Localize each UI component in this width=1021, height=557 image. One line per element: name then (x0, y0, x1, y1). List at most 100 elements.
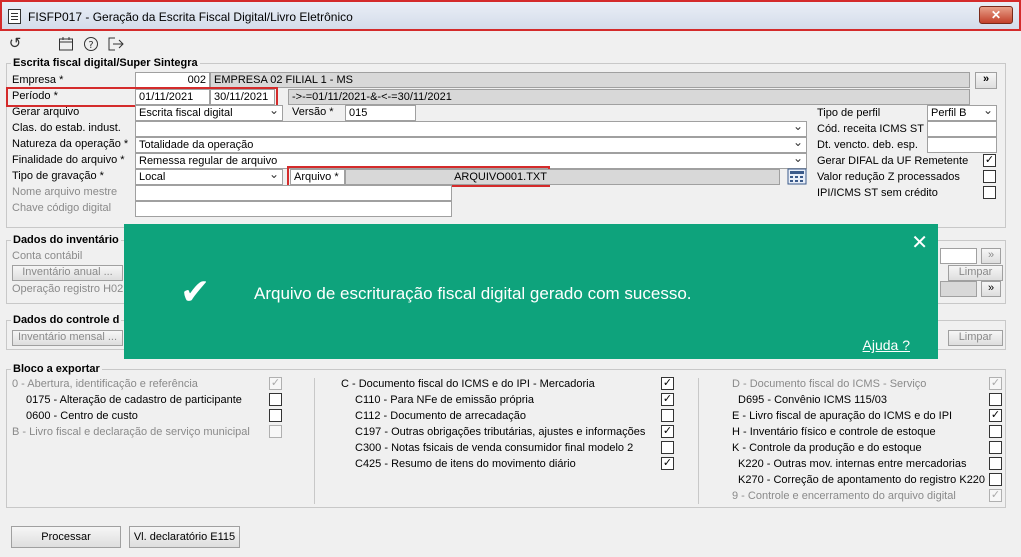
conta-contabil-lookup[interactable]: » (981, 248, 1001, 264)
controle-limpar-button[interactable]: Limpar (948, 330, 1003, 346)
tipo-gravacao-label: Tipo de gravação * (12, 170, 104, 182)
nome-mestre-field[interactable] (135, 185, 452, 201)
bloco-item-label: K220 - Outras mov. internas entre mercad… (738, 458, 967, 470)
gerar-difal-label: Gerar DIFAL da UF Remetente (817, 155, 969, 167)
tipo-perfil-select[interactable]: Perfil B (927, 105, 997, 121)
bloco-item-label: H - Inventário físico e controle de esto… (732, 426, 936, 438)
bloco-item-label: C110 - Para NFe de emissão própria (355, 394, 534, 406)
bloco-item-checkbox[interactable] (989, 441, 1002, 454)
bloco-item-checkbox[interactable] (661, 409, 674, 422)
title-bar: FISFP017 - Geração da Escrita Fiscal Dig… (0, 0, 1021, 31)
bloco-item-checkbox[interactable]: ✓ (989, 409, 1002, 422)
empresa-code-field[interactable]: 002 (135, 72, 210, 88)
ipi-sem-credito-checkbox[interactable] (983, 186, 996, 199)
close-button[interactable]: ✕ (979, 6, 1013, 24)
natureza-label: Natureza da operação * (12, 138, 129, 150)
bloco-item-checkbox[interactable]: ✓ (661, 457, 674, 470)
calculator-icon[interactable] (787, 168, 807, 185)
exit-icon[interactable] (107, 36, 125, 52)
bloco-item-label: C300 - Notas fsicais de venda consumidor… (355, 442, 634, 454)
bloco-item-label: C - Documento fiscal do ICMS e do IPI - … (341, 378, 595, 390)
bloco-divider (314, 378, 315, 504)
valor-reducao-checkbox[interactable] (983, 170, 996, 183)
bloco-item-checkbox[interactable] (661, 441, 674, 454)
ipi-sem-credito-label: IPI/ICMS ST sem crédito (817, 187, 938, 199)
bloco-item-label: C112 - Documento de arrecadação (355, 410, 527, 422)
bloco-item-label: D695 - Convênio ICMS 115/03 (738, 394, 887, 406)
clas-estab-label: Clas. do estab. indust. (12, 122, 121, 134)
empresa-name-field: EMPRESA 02 FILIAL 1 - MS (210, 72, 970, 88)
bloco-item-label: C197 - Outras obrigações tributárias, aj… (355, 426, 646, 438)
bloco-item-label: 0600 - Centro de custo (26, 410, 138, 422)
inventario-mensal-button[interactable]: Inventário mensal ... (12, 330, 123, 346)
gerar-arquivo-select[interactable]: Escrita fiscal digital (135, 105, 283, 121)
chave-digital-label: Chave código digital (12, 202, 112, 214)
versao-label: Versão * (292, 106, 334, 118)
calendar-icon[interactable] (57, 36, 75, 52)
inventario-group-title: Dados do inventário (11, 234, 121, 246)
operacao-h02-field[interactable] (940, 281, 977, 297)
conta-contabil-label: Conta contábil (12, 250, 83, 262)
refresh-icon[interactable]: ↺ (6, 36, 24, 52)
finalidade-label: Finalidade do arquivo * (12, 154, 125, 166)
close-icon[interactable]: ✕ (911, 230, 928, 255)
cod-receita-label: Cód. receita ICMS ST (817, 123, 924, 135)
svg-text:?: ? (88, 40, 93, 51)
periodo-label: Período * (12, 90, 58, 102)
bloco-item-label: C425 - Resumo de itens do movimento diár… (355, 458, 576, 470)
processar-button[interactable]: Processar (11, 526, 121, 548)
bloco-item-checkbox[interactable] (269, 393, 282, 406)
nome-mestre-label: Nome arquivo mestre (12, 186, 118, 198)
bloco-item-checkbox[interactable] (269, 409, 282, 422)
empresa-label: Empresa * (12, 74, 64, 86)
operacao-h02-label: Operação registro H02 (12, 283, 124, 295)
bloco-item-label: K - Controle da produção e do estoque (732, 442, 922, 454)
arquivo-field[interactable]: ARQUIVO001.TXT (345, 169, 780, 185)
vl-declaratorio-button[interactable]: Vl. declaratório E115 (129, 526, 240, 548)
dt-vencto-label: Dt. vencto. deb. esp. (817, 139, 918, 151)
bloco-item-checkbox[interactable]: ✓ (661, 377, 674, 390)
tipo-perfil-label: Tipo de perfil (817, 107, 881, 119)
empresa-lookup-button[interactable]: » (975, 72, 997, 89)
bloco-item-checkbox[interactable] (989, 457, 1002, 470)
bloco-item-label: 0175 - Alteração de cadastro de particip… (26, 394, 242, 406)
periodo-expr-field: ->-=01/11/2021-&-<-=30/11/2021 (288, 89, 970, 105)
toast-message: Arquivo de escrituração fiscal digital g… (254, 284, 692, 303)
help-icon[interactable]: ? (82, 36, 100, 52)
valor-reducao-label: Valor redução Z processados (817, 171, 960, 183)
clas-estab-select[interactable] (135, 121, 807, 137)
conta-contabil-field[interactable] (940, 248, 977, 264)
natureza-select[interactable]: Totalidade da operação (135, 137, 807, 153)
cod-receita-field[interactable] (927, 121, 997, 137)
escrita-group-title: Escrita fiscal digital/Super Sintegra (11, 57, 200, 69)
bloco-item-checkbox[interactable] (989, 393, 1002, 406)
bloco-item-label: E - Livro fiscal de apuração do ICMS e d… (732, 410, 953, 422)
arquivo-label: Arquivo * (290, 169, 345, 185)
bloco-item-checkbox (269, 425, 282, 438)
bloco-item-label: D - Documento fiscal do ICMS - Serviço (732, 378, 927, 390)
versao-field[interactable]: 015 (345, 105, 416, 121)
bloco-item-label: B - Livro fiscal e declaração de serviço… (12, 426, 250, 438)
bloco-item-checkbox[interactable] (989, 425, 1002, 438)
dt-vencto-field[interactable] (927, 137, 997, 153)
bloco-item-checkbox[interactable]: ✓ (661, 393, 674, 406)
bloco-item-label: K270 - Correção de apontamento do regist… (738, 474, 986, 486)
periodo-fim-field[interactable]: 30/11/2021 (210, 89, 275, 105)
controle-group-title: Dados do controle d (11, 314, 122, 326)
periodo-inicio-field[interactable]: 01/11/2021 (135, 89, 210, 105)
bloco-divider (698, 378, 699, 504)
inventario-limpar-button[interactable]: Limpar (948, 265, 1003, 281)
help-link[interactable]: Ajuda ? (863, 337, 910, 353)
bloco-item-checkbox: ✓ (269, 377, 282, 390)
bloco-item-label: 9 - Controle e encerramento do arquivo d… (732, 490, 956, 502)
check-icon: ✔ (180, 271, 211, 312)
bloco-item-checkbox[interactable]: ✓ (661, 425, 674, 438)
operacao-h02-lookup[interactable]: » (981, 281, 1001, 297)
window-title: FISFP017 - Geração da Escrita Fiscal Dig… (28, 10, 353, 24)
chave-digital-field[interactable] (135, 201, 452, 217)
gerar-difal-checkbox[interactable]: ✓ (983, 154, 996, 167)
inventario-anual-button[interactable]: Inventário anual ... (12, 265, 123, 281)
bloco-item-checkbox[interactable] (989, 473, 1002, 486)
tipo-gravacao-select[interactable]: Local (135, 169, 283, 185)
success-toast: ✔ Arquivo de escrituração fiscal digital… (124, 224, 938, 359)
